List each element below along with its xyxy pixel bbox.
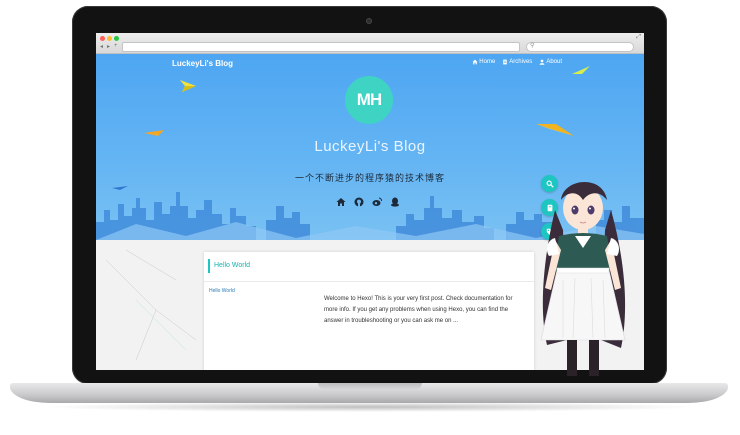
paper-plane-icon bbox=[536, 124, 574, 136]
post-excerpt: Welcome to Hexo! This is your very first… bbox=[324, 296, 513, 324]
laptop-notch bbox=[318, 383, 422, 389]
nav-home[interactable]: Home bbox=[472, 59, 495, 65]
nav-archives[interactable]: Archives bbox=[502, 59, 532, 65]
nav-about-label: About bbox=[546, 59, 562, 65]
search-icon: ⚲ bbox=[530, 43, 535, 49]
paper-plane-icon bbox=[144, 130, 164, 136]
browser-search[interactable]: ⚲ bbox=[526, 42, 634, 52]
site-title: LuckeyLi's Blog bbox=[314, 138, 426, 155]
avatar-text: MH bbox=[356, 90, 382, 109]
forward-icon[interactable]: ▸ bbox=[107, 43, 110, 50]
brand-link[interactable]: LuckeyLi's Blog bbox=[172, 59, 233, 68]
nav-about[interactable]: About bbox=[539, 59, 562, 65]
post-title[interactable]: Hello World bbox=[208, 259, 250, 273]
nav-home-label: Home bbox=[479, 59, 496, 65]
airplane-icon bbox=[112, 186, 128, 190]
post-link[interactable]: Hello World bbox=[209, 288, 235, 294]
paper-plane-icon bbox=[180, 80, 196, 92]
home-icon bbox=[472, 59, 478, 65]
post-card: Hello World Hello World Welcome to Hexo!… bbox=[204, 252, 534, 370]
anime-mascot[interactable] bbox=[533, 170, 633, 376]
paper-plane-icon bbox=[572, 66, 590, 74]
laptop-shadow bbox=[40, 402, 700, 412]
top-navbar: LuckeyLi's Blog Home Archives About bbox=[96, 54, 644, 72]
address-bar[interactable] bbox=[122, 42, 520, 52]
maximize-dot[interactable] bbox=[114, 36, 119, 41]
minimize-dot[interactable] bbox=[107, 36, 112, 41]
webcam bbox=[366, 18, 372, 24]
nav-archives-label: Archives bbox=[509, 59, 533, 65]
avatar[interactable]: MH bbox=[345, 76, 393, 124]
back-icon[interactable]: ◂ bbox=[100, 43, 103, 50]
user-icon bbox=[539, 59, 545, 65]
browser-chrome: ◂ ▸ + ⚲ ⤢ bbox=[96, 33, 644, 54]
plus-icon[interactable]: + bbox=[114, 43, 118, 49]
nav-links: Home Archives About bbox=[472, 59, 562, 65]
expand-icon[interactable]: ⤢ bbox=[636, 34, 641, 41]
close-dot[interactable] bbox=[100, 36, 105, 41]
archive-icon bbox=[503, 59, 508, 65]
divider bbox=[204, 281, 534, 282]
